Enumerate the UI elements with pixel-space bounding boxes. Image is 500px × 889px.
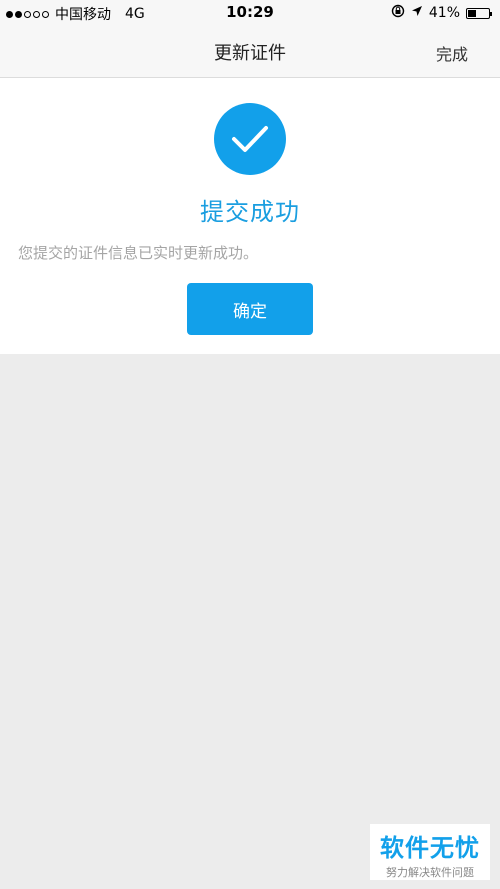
status-bar: 中国移动 4G 10:29 41%: [0, 0, 500, 26]
status-right: 41%: [391, 4, 492, 22]
battery-percentage: 41%: [428, 5, 460, 21]
success-description: 您提交的证件信息已实时更新成功。: [18, 244, 259, 262]
battery-fill: [468, 9, 476, 17]
location-arrow-icon: [411, 5, 423, 21]
done-button[interactable]: 完成: [436, 41, 468, 65]
battery-icon: [466, 7, 492, 19]
rotation-lock-icon: [391, 4, 405, 22]
watermark-title: 软件无忧: [380, 834, 480, 862]
result-panel: 提交成功 您提交的证件信息已实时更新成功。 确定: [0, 78, 500, 354]
success-check-icon: [214, 103, 286, 175]
page-title: 更新证件: [214, 43, 286, 64]
success-title: 提交成功: [200, 198, 300, 226]
watermark-subtitle: 努力解决软件问题: [386, 866, 474, 879]
nav-bar: 更新证件 完成: [0, 26, 500, 78]
watermark: 软件无忧 努力解决软件问题: [370, 824, 490, 880]
confirm-button[interactable]: 确定: [187, 283, 313, 335]
